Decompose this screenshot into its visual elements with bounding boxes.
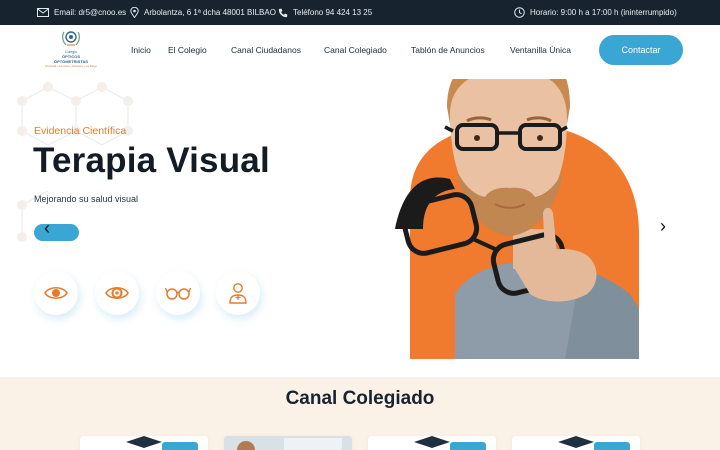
nav-item-ventanilla-unica[interactable]: Ventanilla Única bbox=[510, 25, 571, 75]
logo-line-4: Euskadi • Asturias • Navarra • La Rioja bbox=[45, 64, 97, 68]
phone-text: Teléfono 94 424 13 25 bbox=[293, 8, 373, 17]
slider-prev-arrow-icon[interactable]: ‹ bbox=[44, 218, 50, 238]
mail-icon bbox=[37, 8, 49, 17]
hero-photo bbox=[395, 79, 639, 359]
graduation-cap-icon bbox=[414, 436, 486, 450]
doctor-icon bbox=[229, 283, 247, 304]
section-title: Canal Colegiado bbox=[285, 388, 435, 409]
section-card-1[interactable] bbox=[80, 436, 208, 450]
address-text: Arbolantza, 6 1ª dcha 48001 BILBAO bbox=[144, 8, 276, 17]
location-pin-icon bbox=[130, 7, 139, 18]
hero-cta-button[interactable] bbox=[34, 224, 79, 241]
section-card-4[interactable] bbox=[512, 436, 640, 450]
address-item: Arbolantza, 6 1ª dcha 48001 BILBAO bbox=[130, 0, 276, 25]
logo-emblem-icon bbox=[62, 31, 80, 46]
nav-item-tablon-de-anuncios[interactable]: Tablón de Anuncios bbox=[411, 25, 485, 75]
phone-icon bbox=[278, 8, 288, 18]
feature-glasses[interactable] bbox=[156, 271, 200, 315]
top-info-bar: Email: dr5@cnoo.es Arbolantza, 6 1ª dcha… bbox=[0, 0, 720, 25]
nav-item-canal-colegiado[interactable]: Canal Colegiado bbox=[324, 25, 387, 75]
site-logo[interactable]: Colegio ÓPTICOS OPTOMETRISTAS Euskadi • … bbox=[40, 29, 102, 71]
graduation-cap-icon bbox=[558, 436, 630, 450]
card-photo-icon bbox=[224, 436, 352, 450]
nav-item-el-colegio[interactable]: El Colegio bbox=[168, 25, 207, 75]
glasses-icon bbox=[165, 287, 191, 300]
nav-item-inicio[interactable]: Inicio bbox=[131, 25, 151, 75]
contact-button[interactable]: Contactar bbox=[599, 35, 683, 65]
hero-slider: Evidencia Científica Terapia Visual Mejo… bbox=[0, 75, 720, 377]
hero-subtitle: Mejorando su salud visual bbox=[34, 194, 139, 204]
hours-item: Horario: 9:00 h a 17:00 h (ininterrumpid… bbox=[514, 0, 677, 25]
feature-eye-2[interactable] bbox=[95, 271, 139, 315]
graduation-cap-icon bbox=[126, 436, 198, 450]
phone-item[interactable]: Teléfono 94 424 13 25 bbox=[278, 0, 372, 25]
hours-text: Horario: 9:00 h a 17:00 h (ininterrumpid… bbox=[530, 8, 677, 17]
eye-icon bbox=[105, 286, 129, 300]
nav-item-canal-ciudadanos[interactable]: Canal Ciudadanos bbox=[231, 25, 301, 75]
eye-icon bbox=[44, 286, 68, 300]
hero-title: Terapia Visual bbox=[33, 141, 270, 180]
hero-eyebrow: Evidencia Científica bbox=[34, 125, 127, 137]
slider-next-arrow-icon[interactable]: › bbox=[660, 216, 666, 236]
section-card-3[interactable] bbox=[368, 436, 496, 450]
canal-colegiado-section: Canal Colegiado bbox=[0, 377, 720, 450]
feature-doctor[interactable] bbox=[216, 271, 260, 315]
page: Email: dr5@cnoo.es Arbolantza, 6 1ª dcha… bbox=[0, 0, 720, 450]
feature-eye-1[interactable] bbox=[34, 271, 78, 315]
clock-icon bbox=[514, 7, 525, 18]
email-text: Email: dr5@cnoo.es bbox=[54, 8, 127, 17]
section-card-2[interactable] bbox=[224, 436, 352, 450]
email-item[interactable]: Email: dr5@cnoo.es bbox=[37, 0, 126, 25]
